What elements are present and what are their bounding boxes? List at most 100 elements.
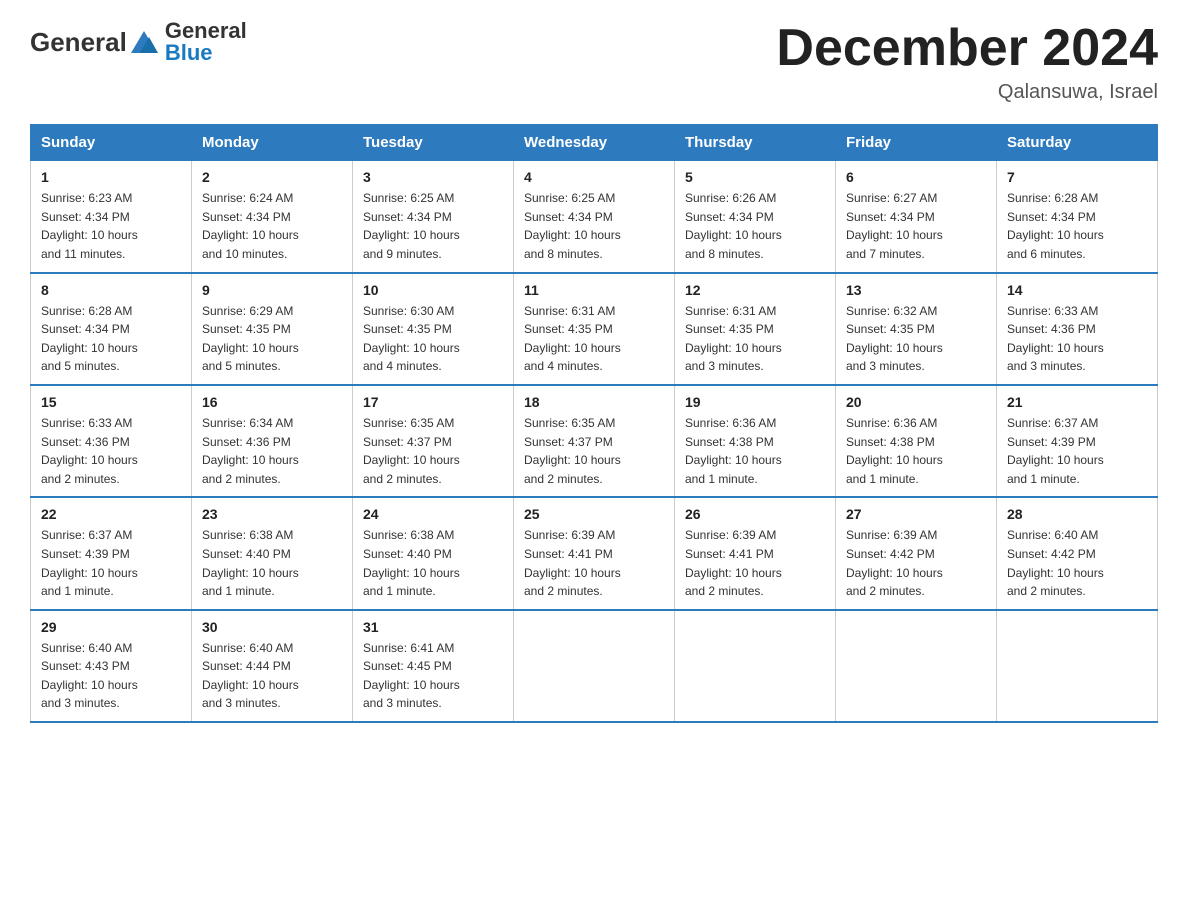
- day-number: 29: [41, 619, 181, 635]
- day-number: 31: [363, 619, 503, 635]
- day-info: Sunrise: 6:36 AM Sunset: 4:38 PM Dayligh…: [846, 414, 986, 488]
- calendar-cell: [997, 610, 1158, 722]
- col-sunday: Sunday: [31, 125, 192, 161]
- col-thursday: Thursday: [675, 125, 836, 161]
- logo-icon: [129, 27, 159, 57]
- day-number: 26: [685, 506, 825, 522]
- calendar-cell: 12 Sunrise: 6:31 AM Sunset: 4:35 PM Dayl…: [675, 273, 836, 385]
- calendar-cell: 5 Sunrise: 6:26 AM Sunset: 4:34 PM Dayli…: [675, 161, 836, 273]
- day-number: 28: [1007, 506, 1147, 522]
- calendar-cell: 14 Sunrise: 6:33 AM Sunset: 4:36 PM Dayl…: [997, 273, 1158, 385]
- calendar-cell: [514, 610, 675, 722]
- logo: General General Blue: [30, 20, 247, 64]
- day-info: Sunrise: 6:39 AM Sunset: 4:42 PM Dayligh…: [846, 526, 986, 600]
- calendar-cell: 22 Sunrise: 6:37 AM Sunset: 4:39 PM Dayl…: [31, 497, 192, 609]
- calendar-cell: 8 Sunrise: 6:28 AM Sunset: 4:34 PM Dayli…: [31, 273, 192, 385]
- day-info: Sunrise: 6:38 AM Sunset: 4:40 PM Dayligh…: [363, 526, 503, 600]
- calendar-cell: 25 Sunrise: 6:39 AM Sunset: 4:41 PM Dayl…: [514, 497, 675, 609]
- logo-general: General: [30, 27, 127, 58]
- calendar-cell: 18 Sunrise: 6:35 AM Sunset: 4:37 PM Dayl…: [514, 385, 675, 497]
- col-friday: Friday: [836, 125, 997, 161]
- day-info: Sunrise: 6:35 AM Sunset: 4:37 PM Dayligh…: [363, 414, 503, 488]
- day-info: Sunrise: 6:35 AM Sunset: 4:37 PM Dayligh…: [524, 414, 664, 488]
- day-number: 27: [846, 506, 986, 522]
- calendar-cell: 10 Sunrise: 6:30 AM Sunset: 4:35 PM Dayl…: [353, 273, 514, 385]
- day-info: Sunrise: 6:25 AM Sunset: 4:34 PM Dayligh…: [363, 189, 503, 263]
- logo-blue-text: Blue: [165, 42, 247, 64]
- calendar-cell: 30 Sunrise: 6:40 AM Sunset: 4:44 PM Dayl…: [192, 610, 353, 722]
- day-info: Sunrise: 6:27 AM Sunset: 4:34 PM Dayligh…: [846, 189, 986, 263]
- calendar-cell: 27 Sunrise: 6:39 AM Sunset: 4:42 PM Dayl…: [836, 497, 997, 609]
- day-number: 9: [202, 282, 342, 298]
- calendar-cell: 4 Sunrise: 6:25 AM Sunset: 4:34 PM Dayli…: [514, 161, 675, 273]
- calendar-cell: 20 Sunrise: 6:36 AM Sunset: 4:38 PM Dayl…: [836, 385, 997, 497]
- day-info: Sunrise: 6:25 AM Sunset: 4:34 PM Dayligh…: [524, 189, 664, 263]
- calendar-cell: 17 Sunrise: 6:35 AM Sunset: 4:37 PM Dayl…: [353, 385, 514, 497]
- week-row-3: 15 Sunrise: 6:33 AM Sunset: 4:36 PM Dayl…: [31, 385, 1158, 497]
- day-info: Sunrise: 6:40 AM Sunset: 4:44 PM Dayligh…: [202, 639, 342, 713]
- day-number: 10: [363, 282, 503, 298]
- calendar-cell: 11 Sunrise: 6:31 AM Sunset: 4:35 PM Dayl…: [514, 273, 675, 385]
- calendar-cell: 23 Sunrise: 6:38 AM Sunset: 4:40 PM Dayl…: [192, 497, 353, 609]
- title-block: December 2024 Qalansuwa, Israel: [776, 20, 1158, 104]
- day-info: Sunrise: 6:31 AM Sunset: 4:35 PM Dayligh…: [685, 302, 825, 376]
- day-info: Sunrise: 6:30 AM Sunset: 4:35 PM Dayligh…: [363, 302, 503, 376]
- calendar-cell: 3 Sunrise: 6:25 AM Sunset: 4:34 PM Dayli…: [353, 161, 514, 273]
- day-info: Sunrise: 6:41 AM Sunset: 4:45 PM Dayligh…: [363, 639, 503, 713]
- day-info: Sunrise: 6:31 AM Sunset: 4:35 PM Dayligh…: [524, 302, 664, 376]
- calendar-subtitle: Qalansuwa, Israel: [776, 81, 1158, 104]
- day-number: 23: [202, 506, 342, 522]
- day-number: 2: [202, 169, 342, 185]
- logo-text: General: [30, 27, 161, 58]
- day-info: Sunrise: 6:39 AM Sunset: 4:41 PM Dayligh…: [685, 526, 825, 600]
- calendar-table: Sunday Monday Tuesday Wednesday Thursday…: [30, 124, 1158, 723]
- day-number: 30: [202, 619, 342, 635]
- calendar-cell: 16 Sunrise: 6:34 AM Sunset: 4:36 PM Dayl…: [192, 385, 353, 497]
- calendar-cell: 29 Sunrise: 6:40 AM Sunset: 4:43 PM Dayl…: [31, 610, 192, 722]
- col-monday: Monday: [192, 125, 353, 161]
- day-number: 24: [363, 506, 503, 522]
- calendar-cell: 6 Sunrise: 6:27 AM Sunset: 4:34 PM Dayli…: [836, 161, 997, 273]
- day-info: Sunrise: 6:26 AM Sunset: 4:34 PM Dayligh…: [685, 189, 825, 263]
- calendar-cell: 15 Sunrise: 6:33 AM Sunset: 4:36 PM Dayl…: [31, 385, 192, 497]
- day-info: Sunrise: 6:33 AM Sunset: 4:36 PM Dayligh…: [1007, 302, 1147, 376]
- day-number: 4: [524, 169, 664, 185]
- calendar-cell: 31 Sunrise: 6:41 AM Sunset: 4:45 PM Dayl…: [353, 610, 514, 722]
- day-info: Sunrise: 6:40 AM Sunset: 4:42 PM Dayligh…: [1007, 526, 1147, 600]
- col-saturday: Saturday: [997, 125, 1158, 161]
- calendar-cell: 2 Sunrise: 6:24 AM Sunset: 4:34 PM Dayli…: [192, 161, 353, 273]
- day-info: Sunrise: 6:24 AM Sunset: 4:34 PM Dayligh…: [202, 189, 342, 263]
- day-info: Sunrise: 6:37 AM Sunset: 4:39 PM Dayligh…: [41, 526, 181, 600]
- calendar-cell: 28 Sunrise: 6:40 AM Sunset: 4:42 PM Dayl…: [997, 497, 1158, 609]
- calendar-cell: 7 Sunrise: 6:28 AM Sunset: 4:34 PM Dayli…: [997, 161, 1158, 273]
- day-info: Sunrise: 6:23 AM Sunset: 4:34 PM Dayligh…: [41, 189, 181, 263]
- day-info: Sunrise: 6:39 AM Sunset: 4:41 PM Dayligh…: [524, 526, 664, 600]
- day-number: 17: [363, 394, 503, 410]
- day-info: Sunrise: 6:32 AM Sunset: 4:35 PM Dayligh…: [846, 302, 986, 376]
- day-number: 8: [41, 282, 181, 298]
- day-info: Sunrise: 6:36 AM Sunset: 4:38 PM Dayligh…: [685, 414, 825, 488]
- calendar-title: December 2024: [776, 20, 1158, 77]
- week-row-2: 8 Sunrise: 6:28 AM Sunset: 4:34 PM Dayli…: [31, 273, 1158, 385]
- calendar-cell: [836, 610, 997, 722]
- day-number: 16: [202, 394, 342, 410]
- day-number: 20: [846, 394, 986, 410]
- day-number: 25: [524, 506, 664, 522]
- day-number: 11: [524, 282, 664, 298]
- calendar-header-row: Sunday Monday Tuesday Wednesday Thursday…: [31, 125, 1158, 161]
- week-row-4: 22 Sunrise: 6:37 AM Sunset: 4:39 PM Dayl…: [31, 497, 1158, 609]
- day-number: 6: [846, 169, 986, 185]
- day-number: 7: [1007, 169, 1147, 185]
- col-tuesday: Tuesday: [353, 125, 514, 161]
- calendar-cell: [675, 610, 836, 722]
- calendar-cell: 9 Sunrise: 6:29 AM Sunset: 4:35 PM Dayli…: [192, 273, 353, 385]
- calendar-cell: 24 Sunrise: 6:38 AM Sunset: 4:40 PM Dayl…: [353, 497, 514, 609]
- day-info: Sunrise: 6:29 AM Sunset: 4:35 PM Dayligh…: [202, 302, 342, 376]
- day-number: 18: [524, 394, 664, 410]
- day-info: Sunrise: 6:28 AM Sunset: 4:34 PM Dayligh…: [1007, 189, 1147, 263]
- day-number: 21: [1007, 394, 1147, 410]
- col-wednesday: Wednesday: [514, 125, 675, 161]
- day-info: Sunrise: 6:40 AM Sunset: 4:43 PM Dayligh…: [41, 639, 181, 713]
- day-number: 5: [685, 169, 825, 185]
- calendar-cell: 1 Sunrise: 6:23 AM Sunset: 4:34 PM Dayli…: [31, 161, 192, 273]
